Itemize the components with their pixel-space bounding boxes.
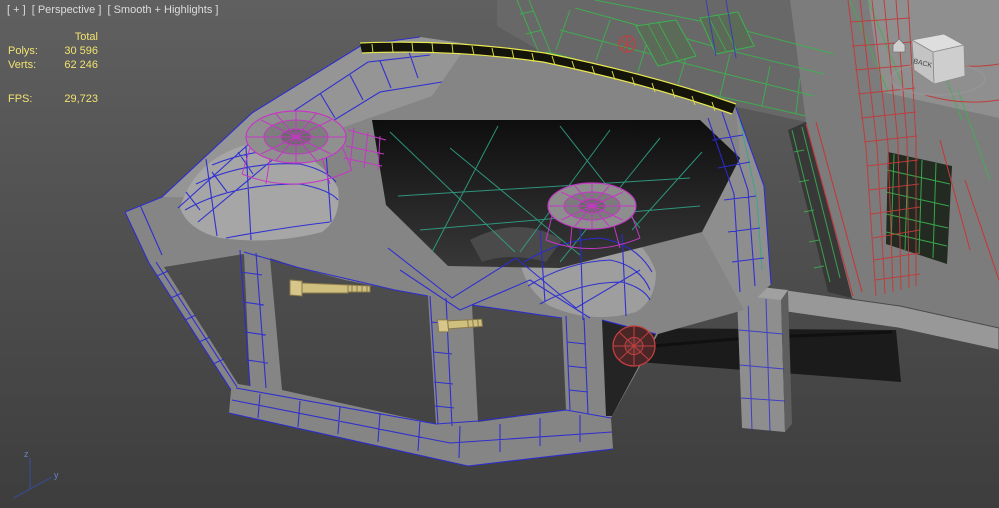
stats-verts-value: 62 246 [64,59,98,71]
scene-canvas[interactable]: BACK z y [0,0,999,508]
stats-total-header: Total [74,31,98,43]
perspective-viewport[interactable]: BACK z y [ + ] [ Perspective ] [ Smooth … [0,0,999,508]
axis-z-label: z [24,449,29,459]
brake-disc [612,325,656,367]
stats-polys-value: 30 596 [64,45,98,57]
axis-y-label: y [54,470,59,480]
stats-fps-value: 29,723 [64,93,98,105]
stats-total-row: Total [8,30,98,44]
viewport-label-bar: [ + ] [ Perspective ] [ Smooth + Highlig… [7,4,221,16]
viewport-pov-menu[interactable]: [ Perspective ] [32,4,102,16]
viewport-general-menu[interactable]: [ + ] [7,4,26,16]
stats-verts-label: Verts: [8,59,37,71]
stats-fps-label: FPS: [8,93,33,105]
stats-verts-row: Verts: 62 246 [8,58,98,72]
stats-fps-row: FPS: 29,723 [8,92,98,106]
statistics-overlay: Total Polys: 30 596 Verts: 62 246 FPS: 2… [8,30,98,106]
viewport-shading-menu[interactable]: [ Smooth + Highlights ] [107,4,218,16]
stats-polys-label: Polys: [8,45,38,57]
stats-polys-row: Polys: 30 596 [8,44,98,58]
